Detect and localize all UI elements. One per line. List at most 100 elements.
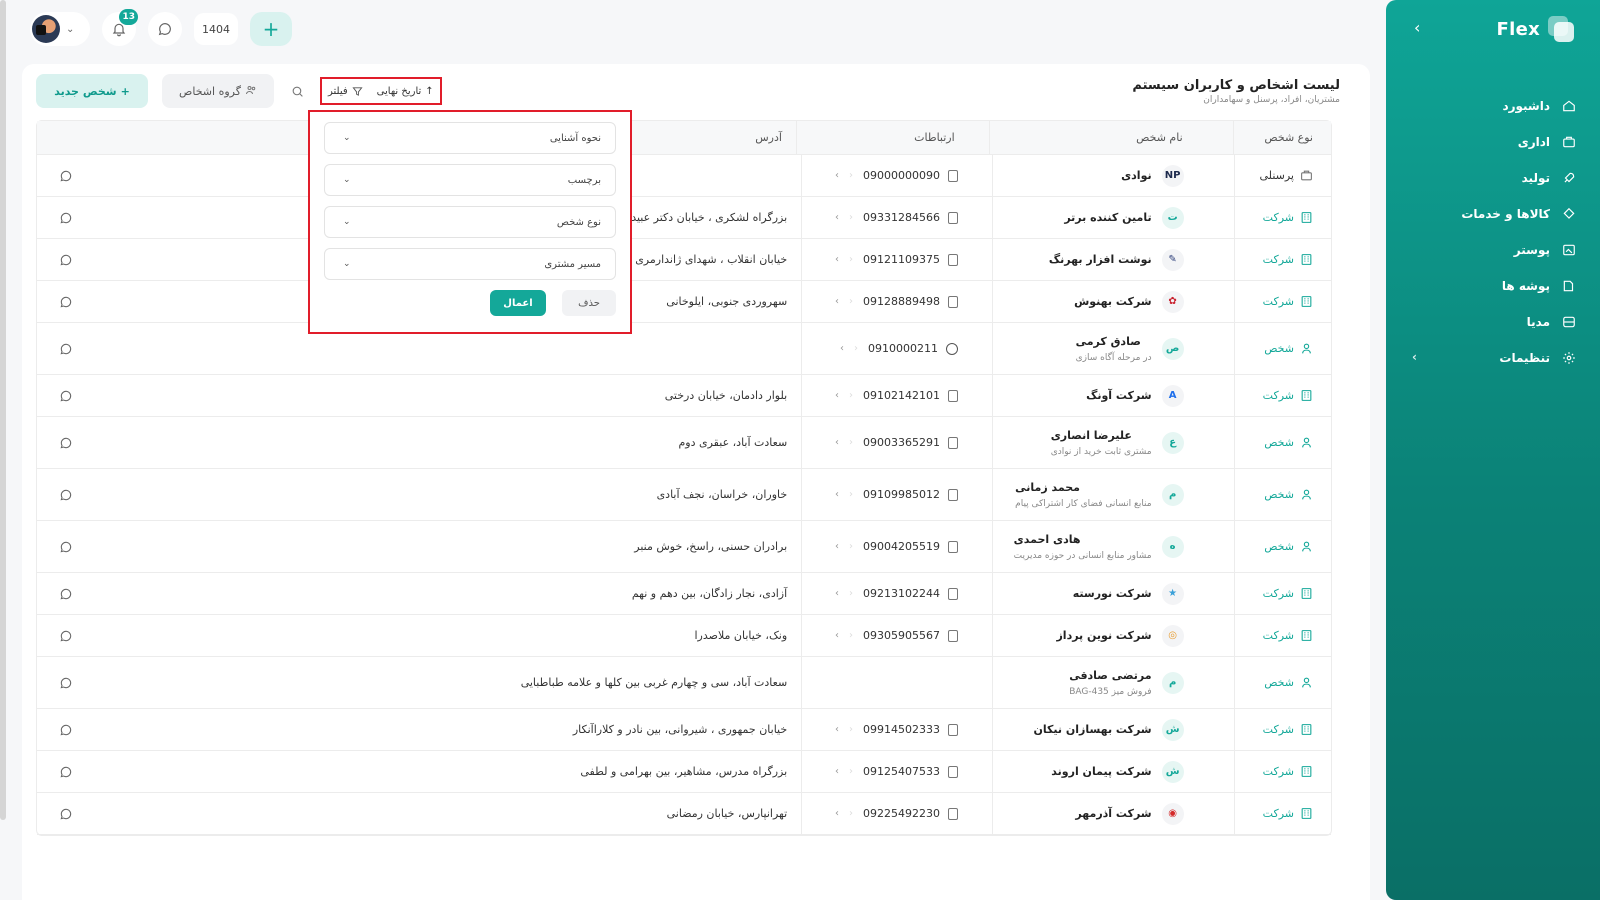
chat-icon[interactable] — [59, 723, 73, 737]
cell-name[interactable]: م مرتضی صادقی فروش میز BAG-435 — [991, 657, 1234, 708]
sidebar-item-products[interactable]: کالاها و خدمات — [1406, 196, 1576, 232]
phone-number[interactable]: 09128889498 — [863, 295, 958, 308]
cell-name[interactable]: ✎ نوشت افزار بهرنگ — [991, 239, 1234, 280]
contact-nav[interactable]: ‹ › — [835, 541, 853, 552]
chat-icon[interactable] — [59, 389, 73, 403]
sidebar-item-production[interactable]: تولید — [1406, 160, 1576, 196]
cell-name[interactable]: ★ شرکت نورسته — [991, 573, 1234, 614]
phone-number[interactable]: 09331284566 — [863, 211, 958, 224]
phone-number[interactable]: 09121109375 — [863, 253, 958, 266]
sidebar-item-dashboard[interactable]: داشبورد — [1406, 88, 1576, 124]
table-row[interactable]: شرکت ★ شرکت نورسته ‹ › 09213102244 آزادی، نجار… — [37, 573, 1331, 615]
person-groups-button[interactable]: گروه اشخاص — [162, 74, 274, 108]
phone-number[interactable]: 09109985012 — [863, 488, 958, 501]
table-row[interactable]: پرسنلی NP نوادی ‹ › 09000000090 — [37, 155, 1331, 197]
cell-name[interactable]: ✿ شرکت بهنوش — [991, 281, 1234, 322]
sidebar-item-poster[interactable]: پوستر — [1406, 232, 1576, 268]
quick-add-button[interactable]: + — [250, 12, 292, 46]
chat-icon[interactable] — [59, 540, 73, 554]
contact-nav[interactable]: ‹ › — [835, 489, 853, 500]
table-row[interactable]: شرکت ت تامین کننده برتر ‹ › 09331284566 بزرگرا… — [37, 197, 1331, 239]
filter-customer-path-select[interactable]: مسیر مشتری ⌄ — [324, 248, 616, 280]
sidebar-item-folders[interactable]: پوشه ها — [1406, 268, 1576, 304]
new-person-button[interactable]: + شخص جدید — [36, 74, 148, 108]
cell-name[interactable]: ◎ شرکت نوین پرداز — [991, 615, 1234, 656]
phone-number[interactable]: 09305905567 — [863, 629, 958, 642]
table-row[interactable]: شخص م محمد زمانی منابع انسانی فضای کار اشتر… — [37, 469, 1331, 521]
contact-nav[interactable]: ‹ › — [835, 296, 853, 307]
contact-nav[interactable]: ‹ › — [835, 390, 853, 401]
user-menu[interactable]: ⌄ — [30, 12, 90, 46]
contact-nav[interactable]: ‹ › — [835, 588, 853, 599]
chat-icon[interactable] — [59, 765, 73, 779]
cell-name[interactable]: ◉ شرکت آذرمهر — [991, 793, 1234, 834]
chat-icon[interactable] — [59, 587, 73, 601]
table-row[interactable]: شرکت ◉ شرکت آذرمهر ‹ › 09225492230 تهرانپارس، … — [37, 793, 1331, 835]
cell-name[interactable]: NP نوادی — [991, 155, 1234, 196]
contact-nav[interactable]: ‹ › — [835, 766, 853, 777]
phone-number[interactable]: 09213102244 — [863, 587, 958, 600]
table-row[interactable]: شرکت ✎ نوشت افزار بهرنگ ‹ › 09121109375 خیابان… — [37, 239, 1331, 281]
contact-nav[interactable]: ‹ › — [835, 630, 853, 641]
chat-icon[interactable] — [59, 342, 73, 356]
chat-icon[interactable] — [59, 676, 73, 690]
clear-button[interactable]: حذف — [562, 290, 616, 316]
contact-nav[interactable]: ‹ › — [835, 724, 853, 735]
table-row[interactable]: شرکت ش شرکت بهسازان نیکان ‹ › 09914502333 خیاب… — [37, 709, 1331, 751]
header-contact[interactable]: ارتباطات — [795, 121, 989, 154]
sidebar-item-settings[interactable]: تنظیمات ‹ — [1406, 340, 1576, 376]
table-row[interactable]: شخص م مرتضی صادقی فروش میز BAG-435 سعادت آبا… — [37, 657, 1331, 709]
chat-icon[interactable] — [59, 295, 73, 309]
cell-name[interactable]: ه هادی احمدی مشاور منابع انسانی در حوزه مد… — [991, 521, 1234, 572]
sidebar-collapse-button[interactable]: ‹ — [1414, 20, 1430, 36]
chat-icon[interactable] — [59, 253, 73, 267]
phone-number[interactable]: 09003365291 — [863, 436, 958, 449]
filter-button[interactable]: فیلتر — [328, 86, 363, 97]
chat-button[interactable] — [148, 12, 182, 46]
filter-person-type-select[interactable]: نوع شخص ⌄ — [324, 206, 616, 238]
cell-name[interactable]: ش شرکت بهسازان نیکان — [991, 709, 1234, 750]
phone-number[interactable]: 09004205519 — [863, 540, 958, 553]
table-row[interactable]: شرکت ◎ شرکت نوین پرداز ‹ › 09305905567 ونک، خی… — [37, 615, 1331, 657]
sort-button[interactable]: ↑ تاریخ نهایی — [377, 86, 434, 97]
filter-tag-select[interactable]: برچسب ⌄ — [324, 164, 616, 196]
chat-icon[interactable] — [59, 807, 73, 821]
contact-nav[interactable]: ‹ › — [835, 212, 853, 223]
apply-button[interactable]: اعمال — [490, 290, 546, 316]
header-type[interactable]: نوع شخص — [1232, 121, 1331, 154]
sidebar-item-office[interactable]: اداری — [1406, 124, 1576, 160]
chat-icon[interactable] — [59, 436, 73, 450]
phone-number[interactable]: 0910000211 — [868, 342, 958, 355]
cell-name[interactable]: ع علیرضا انصاری مشتری ثابت خرید از نوادی — [991, 417, 1234, 468]
cell-name[interactable]: ص صادق کرمی در مرحله آگاه سازی — [991, 323, 1234, 374]
notifications-button[interactable]: 13 — [102, 9, 138, 46]
phone-number[interactable]: 09914502333 — [863, 723, 958, 736]
contact-nav[interactable]: ‹ › — [835, 254, 853, 265]
phone-number[interactable]: 09102142101 — [863, 389, 958, 402]
search-button[interactable] — [288, 82, 306, 100]
header-name[interactable]: نام شخص — [988, 121, 1233, 154]
year-selector[interactable]: 1404 — [194, 13, 238, 45]
phone-number[interactable]: 09225492230 — [863, 807, 958, 820]
cell-name[interactable]: ش شرکت پیمان اروند — [991, 751, 1234, 792]
chat-icon[interactable] — [59, 211, 73, 225]
contact-nav[interactable]: ‹ › — [840, 343, 858, 354]
cell-name[interactable]: A شرکت آونگ — [991, 375, 1234, 416]
table-row[interactable]: شخص ص صادق کرمی در مرحله آگاه سازی ‹ › 0910000… — [37, 323, 1331, 375]
table-row[interactable]: شخص ع علیرضا انصاری مشتری ثابت خرید از نواد… — [37, 417, 1331, 469]
filter-acquaintance-select[interactable]: نحوه آشنایی ⌄ — [324, 122, 616, 154]
table-row[interactable]: شخص ه هادی احمدی مشاور منابع انسانی در حوزه… — [37, 521, 1331, 573]
contact-nav[interactable]: ‹ › — [835, 437, 853, 448]
chat-icon[interactable] — [59, 169, 73, 183]
table-row[interactable]: شرکت ش شرکت پیمان اروند ‹ › 09125407533 بزرگرا… — [37, 751, 1331, 793]
table-row[interactable]: شرکت ✿ شرکت بهنوش ‹ › 09128889498 سهروردی جنوب… — [37, 281, 1331, 323]
chat-icon[interactable] — [59, 629, 73, 643]
phone-number[interactable]: 09000000090 — [863, 169, 958, 182]
chat-icon[interactable] — [59, 488, 73, 502]
phone-number[interactable]: 09125407533 — [863, 765, 958, 778]
contact-nav[interactable]: ‹ › — [835, 170, 853, 181]
sidebar-item-media[interactable]: مدیا — [1406, 304, 1576, 340]
cell-name[interactable]: م محمد زمانی منابع انسانی فضای کار اشتراکی… — [991, 469, 1234, 520]
table-row[interactable]: شرکت A شرکت آونگ ‹ › 09102142101 بلوار دادمان،… — [37, 375, 1331, 417]
contact-nav[interactable]: ‹ › — [835, 808, 853, 819]
